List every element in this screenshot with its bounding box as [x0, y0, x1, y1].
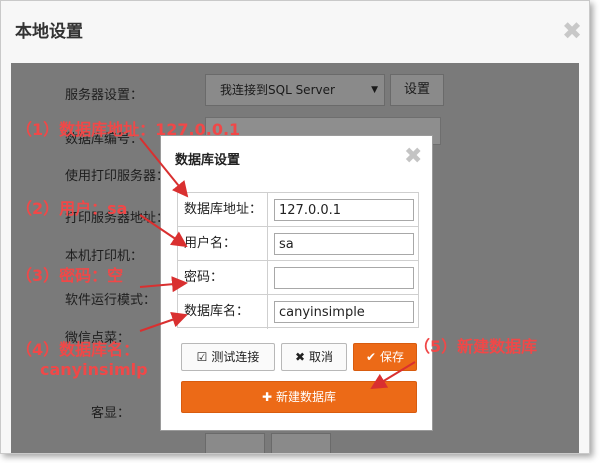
check-icon: ✔: [365, 350, 377, 364]
db-settings-table: 数据库地址： 用户名： 密码： 数据库名：: [177, 192, 419, 329]
table-row: 数据库名：: [178, 295, 418, 329]
save-label: 保存: [380, 350, 405, 364]
cancel-button[interactable]: ✖ 取消: [281, 343, 347, 371]
save-button[interactable]: ✔ 保存: [353, 343, 417, 371]
server-select[interactable]: 我连接到SQL Server ▼: [205, 74, 385, 106]
annotation-db-name-value: canyinsimlp: [40, 360, 148, 379]
bottom-button-right[interactable]: [271, 433, 331, 453]
checkbox-check-icon: ☑: [196, 350, 208, 364]
db-address-label: 数据库地址：: [178, 193, 268, 226]
new-database-button[interactable]: ✚ 新建数据库: [181, 381, 417, 413]
use-print-server-label: 使用打印服务器：: [65, 169, 170, 184]
table-row: 用户名：: [178, 227, 418, 261]
chevron-down-icon: ▼: [371, 85, 378, 95]
window-close-icon[interactable]: ✖: [562, 19, 582, 43]
server-settings-label: 服务器设置：: [65, 88, 144, 103]
plus-icon: ✚: [261, 390, 273, 404]
test-connection-button[interactable]: ☑ 测试连接: [181, 343, 275, 371]
password-label: 密码：: [178, 261, 268, 294]
settings-button[interactable]: 设置: [390, 74, 444, 106]
db-name-input[interactable]: [274, 301, 414, 323]
table-row: 数据库地址：: [178, 193, 418, 227]
close-icon: ✖: [294, 350, 306, 364]
db-address-input[interactable]: [274, 199, 414, 221]
window-title: 本地设置: [15, 22, 83, 42]
cancel-label: 取消: [309, 350, 334, 364]
annotation-new-database: （5）新建数据库: [414, 337, 538, 356]
password-input[interactable]: [274, 267, 414, 289]
username-input[interactable]: [274, 233, 414, 255]
annotation-password: （3）密码：空: [16, 266, 124, 285]
server-select-value: 我连接到SQL Server: [220, 83, 335, 97]
annotation-db-name: （4）数据库名：: [16, 340, 140, 359]
username-label: 用户名：: [178, 227, 268, 260]
annotation-db-address: （1）数据库地址：127.0.0.1: [16, 120, 241, 139]
db-name-label: 数据库名：: [178, 295, 268, 329]
dialog-close-icon[interactable]: ✖: [404, 146, 422, 168]
software-mode-label: 软件运行模式：: [65, 293, 157, 308]
dialog-title: 数据库设置: [175, 153, 241, 168]
annotation-user: （2）用户：sa: [16, 199, 128, 218]
customer-display-label: 客显：: [91, 406, 131, 421]
test-connection-label: 测试连接: [211, 350, 260, 364]
bottom-button-left[interactable]: [205, 433, 265, 453]
new-database-label: 新建数据库: [276, 390, 337, 404]
table-row: 密码：: [178, 261, 418, 295]
db-settings-dialog: 数据库设置 ✖ 数据库地址： 用户名： 密码： 数据库名： ☑测试连接 ✖取消 …: [160, 135, 433, 431]
